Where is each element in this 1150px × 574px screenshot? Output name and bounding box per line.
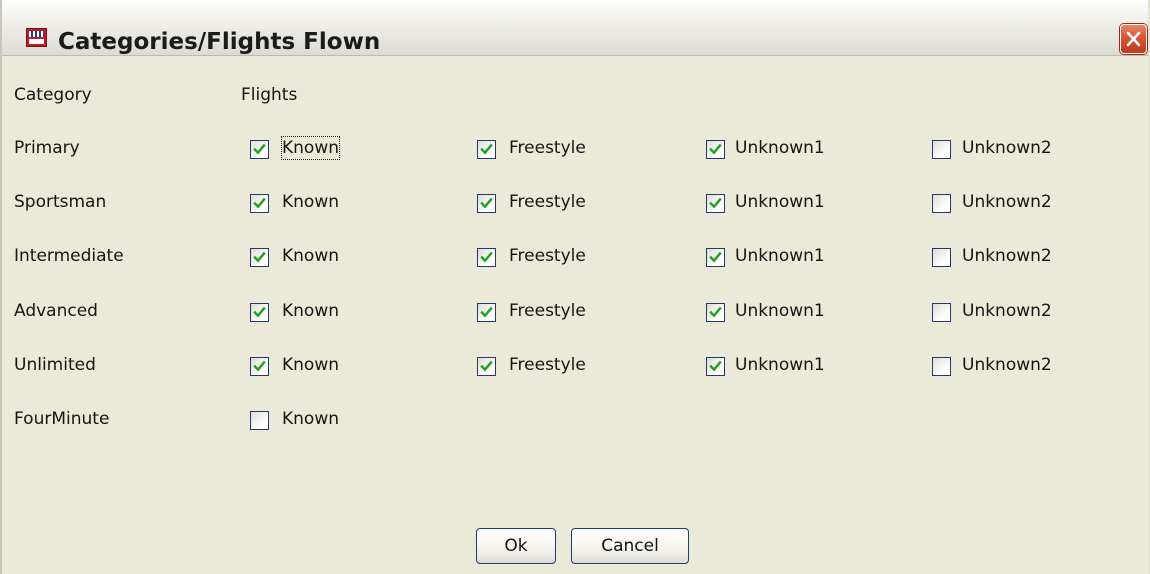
flight-checkbox[interactable] [932, 248, 951, 267]
categories-flights-dialog: Categories/Flights Flown Category Flight… [0, 0, 1150, 574]
flight-checkbox-label[interactable]: Known [280, 136, 341, 160]
category-label: Sportsman [14, 192, 107, 212]
flight-checkbox-label[interactable]: Freestyle [509, 300, 586, 322]
flight-checkbox[interactable] [932, 303, 951, 322]
flight-checkbox-label[interactable]: Unknown2 [962, 191, 1052, 213]
checkmark-icon [480, 360, 493, 372]
flight-checkbox-label[interactable]: Freestyle [509, 354, 586, 376]
category-label: FourMinute [14, 409, 110, 429]
ok-button-label: Ok [504, 536, 528, 556]
checkmark-icon [480, 143, 493, 155]
title-bar[interactable]: Categories/Flights Flown [2, 0, 1148, 56]
flight-checkbox-label[interactable]: Unknown2 [962, 300, 1052, 322]
flight-checkbox-label[interactable]: Freestyle [509, 191, 586, 213]
flight-checkbox[interactable] [477, 357, 496, 376]
window-title: Categories/Flights Flown [58, 29, 381, 55]
checkmark-icon [480, 306, 493, 318]
flight-checkbox[interactable] [250, 303, 269, 322]
flight-checkbox[interactable] [477, 248, 496, 267]
cancel-button-label: Cancel [601, 536, 659, 556]
flight-checkbox[interactable] [477, 140, 496, 159]
flight-checkbox-label[interactable]: Unknown1 [735, 191, 825, 213]
ok-button[interactable]: Ok [476, 528, 556, 564]
close-icon [1126, 31, 1141, 47]
flight-checkbox-label[interactable]: Unknown2 [962, 354, 1052, 376]
checkmark-icon [709, 197, 722, 209]
checkmark-icon [709, 143, 722, 155]
category-label: Primary [14, 138, 80, 158]
category-label: Unlimited [14, 355, 96, 375]
flight-checkbox[interactable] [932, 357, 951, 376]
flight-checkbox-label[interactable]: Known [282, 408, 339, 430]
category-label: Intermediate [14, 246, 124, 266]
checkmark-icon [709, 306, 722, 318]
cancel-button[interactable]: Cancel [571, 528, 689, 564]
flight-checkbox[interactable] [250, 140, 269, 159]
flight-checkbox[interactable] [477, 194, 496, 213]
flight-checkbox[interactable] [706, 248, 725, 267]
flight-checkbox-label[interactable]: Known [282, 354, 339, 376]
flight-checkbox[interactable] [250, 194, 269, 213]
flight-checkbox[interactable] [250, 357, 269, 376]
checkmark-icon [253, 197, 266, 209]
checkmark-icon [253, 306, 266, 318]
flight-checkbox-label[interactable]: Unknown2 [962, 245, 1052, 267]
flight-checkbox-label[interactable]: Unknown1 [735, 354, 825, 376]
flight-checkbox[interactable] [706, 303, 725, 322]
flight-checkbox-label[interactable]: Freestyle [509, 137, 586, 159]
app-logo-icon [26, 28, 47, 47]
flight-checkbox-label[interactable]: Known [282, 300, 339, 322]
checkmark-icon [709, 360, 722, 372]
flight-checkbox-label[interactable]: Unknown1 [735, 245, 825, 267]
checkmark-icon [253, 143, 266, 155]
flight-checkbox-label[interactable]: Known [282, 191, 339, 213]
flight-checkbox-label[interactable]: Unknown2 [962, 137, 1052, 159]
flight-checkbox-label[interactable]: Unknown1 [735, 300, 825, 322]
flight-checkbox-label[interactable]: Known [282, 245, 339, 267]
checkmark-icon [709, 251, 722, 263]
flight-checkbox[interactable] [706, 194, 725, 213]
flight-checkbox[interactable] [932, 140, 951, 159]
checkmark-icon [480, 197, 493, 209]
category-column-header: Category [14, 85, 92, 105]
category-label: Advanced [14, 301, 98, 321]
flight-checkbox[interactable] [250, 248, 269, 267]
checkmark-icon [253, 360, 266, 372]
flight-checkbox[interactable] [706, 140, 725, 159]
flights-column-header: Flights [241, 85, 298, 105]
flight-checkbox-label[interactable]: Freestyle [509, 245, 586, 267]
checkmark-icon [253, 251, 266, 263]
flight-checkbox[interactable] [932, 194, 951, 213]
flight-checkbox[interactable] [477, 303, 496, 322]
close-button[interactable] [1120, 24, 1147, 54]
flight-checkbox[interactable] [706, 357, 725, 376]
checkmark-icon [480, 251, 493, 263]
flight-checkbox-label[interactable]: Unknown1 [735, 137, 825, 159]
flight-checkbox[interactable] [250, 411, 269, 430]
